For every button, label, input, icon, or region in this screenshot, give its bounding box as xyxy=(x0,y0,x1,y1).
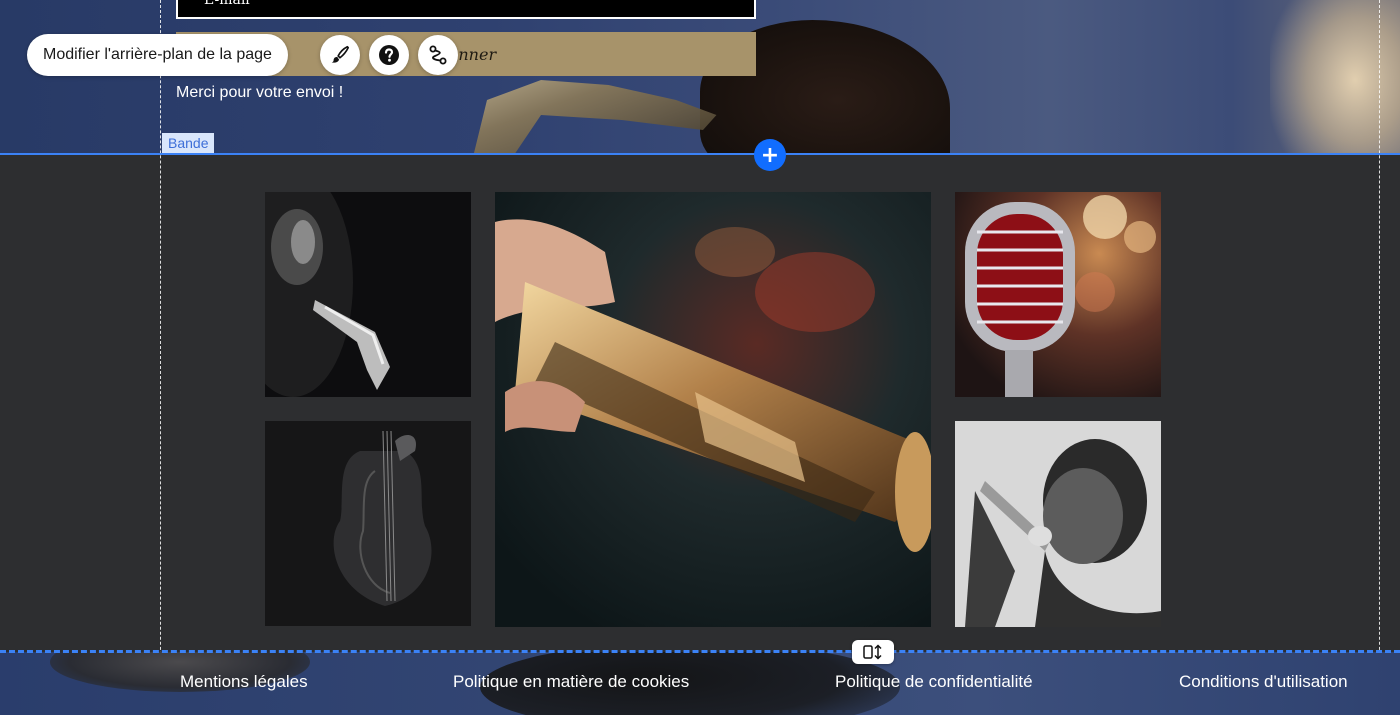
gallery-image-saxophone-player[interactable] xyxy=(265,192,471,397)
resize-vertical-icon xyxy=(863,644,882,660)
thanks-message: Merci pour votre envoi ! xyxy=(176,84,344,101)
selection-boundary-bottom xyxy=(0,650,1400,653)
plus-icon: + xyxy=(760,142,780,168)
footer-link-legal[interactable]: Mentions légales xyxy=(180,672,308,692)
selection-boundary-top xyxy=(0,153,1400,155)
gallery-image-saxophone-singer[interactable] xyxy=(955,421,1161,627)
design-button[interactable] xyxy=(320,35,360,75)
gallery-image-microphone[interactable] xyxy=(955,192,1161,397)
grid-guide-left xyxy=(160,0,161,715)
help-button[interactable] xyxy=(369,35,409,75)
strip-label: Bande xyxy=(162,133,215,153)
paintbrush-icon xyxy=(331,45,350,63)
gallery-image-double-bass[interactable] xyxy=(265,421,471,626)
add-section-button[interactable]: + xyxy=(754,139,786,171)
footer-link-privacy[interactable]: Politique de confidentialité xyxy=(835,672,1033,692)
gallery-image-trumpet[interactable] xyxy=(495,192,931,627)
email-field[interactable]: E-mail xyxy=(176,0,756,19)
hero-strip[interactable] xyxy=(0,0,1400,154)
animation-button[interactable] xyxy=(418,35,458,75)
stage-light-glow xyxy=(1270,0,1400,154)
question-mark-icon xyxy=(379,45,399,65)
strip-resize-handle[interactable] xyxy=(852,640,894,664)
email-field-value: E-mail xyxy=(204,0,250,8)
change-page-background-label: Modifier l'arrière-plan de la page xyxy=(43,46,272,63)
footer-link-terms[interactable]: Conditions d'utilisation xyxy=(1179,672,1348,692)
animation-path-icon xyxy=(429,45,447,65)
change-page-background-button[interactable]: Modifier l'arrière-plan de la page xyxy=(27,34,288,76)
grid-guide-right xyxy=(1379,0,1380,715)
footer-link-cookies[interactable]: Politique en matière de cookies xyxy=(453,672,689,692)
